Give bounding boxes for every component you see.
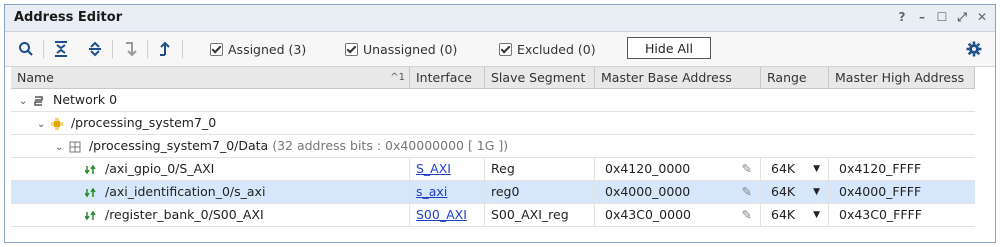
checkbox-check-icon <box>345 43 358 56</box>
edit-pencil-icon[interactable]: ✎ <box>742 204 752 226</box>
column-header-name[interactable]: Name ^1 <box>11 67 410 88</box>
slave-interface-icon <box>85 210 96 220</box>
processor-icon <box>50 117 63 130</box>
help-icon[interactable]: ? <box>895 10 909 24</box>
maximize-icon[interactable]: ☐ <box>935 10 949 24</box>
toolbar: Assigned (3) Unassigned (0) Excluded (0)… <box>5 32 995 67</box>
network-label: Network 0 <box>52 92 118 107</box>
assigned-checkbox[interactable]: Assigned (3) <box>210 42 306 57</box>
unassigned-checkbox[interactable]: Unassigned (0) <box>345 42 457 57</box>
address-table: Name ^1 Interface Slave Segment Master B… <box>11 67 975 227</box>
slave-interface-icon <box>85 187 96 197</box>
table-row[interactable]: /register_bank_0/S00_AXI S00_AXI S00_AXI… <box>11 204 975 227</box>
excluded-checkbox-label: Excluded (0) <box>517 42 596 57</box>
slave-interface-icon <box>85 164 96 174</box>
segment-path: /axi_gpio_0/S_AXI <box>104 161 215 176</box>
master-high-cell: 0x4120_FFFF <box>839 161 922 176</box>
master-high-cell: 0x4000_FFFF <box>839 184 922 199</box>
expand-all-icon[interactable] <box>86 40 104 58</box>
edit-pencil-icon[interactable]: ✎ <box>742 158 752 180</box>
excluded-checkbox[interactable]: Excluded (0) <box>499 42 596 57</box>
auto-assign-icon[interactable] <box>121 40 139 58</box>
interface-link[interactable]: s_axi <box>416 184 447 199</box>
float-icon[interactable]: ⤢ <box>955 10 969 24</box>
close-icon[interactable]: ✕ <box>975 10 989 24</box>
slave-segment-cell: reg0 <box>485 181 595 203</box>
tree-row-address-space[interactable]: ⌄ /processing_system7_0/Data (32 address… <box>11 135 975 158</box>
range-select[interactable]: 64K ▼ <box>761 204 829 226</box>
toolbar-separator <box>112 40 113 58</box>
column-header-range[interactable]: Range <box>761 67 829 88</box>
search-icon[interactable] <box>17 40 35 58</box>
column-header-master-base[interactable]: Master Base Address <box>595 67 761 88</box>
dropdown-arrow-icon[interactable]: ▼ <box>813 181 820 203</box>
processor-label: /processing_system7_0 <box>70 115 217 130</box>
slave-segment-cell: Reg <box>485 158 595 180</box>
settings-gear-icon[interactable] <box>965 40 983 58</box>
title-bar: Address Editor ? – ☐ ⤢ ✕ <box>5 5 995 32</box>
table-row[interactable]: /axi_identification_0/s_axi s_axi reg0 0… <box>11 181 975 204</box>
network-icon <box>34 95 43 106</box>
edit-pencil-icon[interactable]: ✎ <box>742 181 752 203</box>
slave-segment-cell: S00_AXI_reg <box>485 204 595 226</box>
range-select[interactable]: 64K ▼ <box>761 181 829 203</box>
address-space-icon <box>69 141 81 152</box>
segment-path: /axi_identification_0/s_axi <box>104 184 266 199</box>
column-header-master-high[interactable]: Master High Address <box>829 67 975 88</box>
table-header: Name ^1 Interface Slave Segment Master B… <box>11 67 975 89</box>
master-base-cell[interactable]: 0x4000_0000 ✎ <box>595 181 761 203</box>
minimize-icon[interactable]: – <box>915 10 929 24</box>
address-editor-window: Address Editor ? – ☐ ⤢ ✕ Assigned (3) Un… <box>4 4 996 243</box>
address-space-label: /processing_system7_0/Data <box>88 138 269 153</box>
checkbox-check-icon <box>499 43 512 56</box>
toolbar-separator <box>182 40 183 58</box>
tree-row-network[interactable]: ⌄ Network 0 <box>11 89 975 112</box>
checkbox-check-icon <box>210 43 223 56</box>
master-high-cell: 0x43C0_FFFF <box>839 207 922 222</box>
dropdown-arrow-icon[interactable]: ▼ <box>813 158 820 180</box>
toolbar-separator <box>43 40 44 58</box>
range-select[interactable]: 64K ▼ <box>761 158 829 180</box>
interface-link[interactable]: S_AXI <box>416 161 451 176</box>
window-controls: ? – ☐ ⤢ ✕ <box>895 10 989 25</box>
chevron-down-icon[interactable]: ⌄ <box>37 114 47 136</box>
sort-indicator-icon: ^1 <box>390 72 405 83</box>
toolbar-separator <box>147 40 148 58</box>
master-base-cell[interactable]: 0x43C0_0000 ✎ <box>595 204 761 226</box>
tree-row-processor[interactable]: ⌄ /processing_system7_0 <box>11 112 975 135</box>
segment-path: /register_bank_0/S00_AXI <box>104 207 264 222</box>
column-header-slave-segment[interactable]: Slave Segment <box>485 67 595 88</box>
master-base-cell[interactable]: 0x4120_0000 ✎ <box>595 158 761 180</box>
collapse-all-icon[interactable] <box>52 40 70 58</box>
hide-all-button[interactable]: Hide All <box>627 37 711 59</box>
address-space-info: (32 address bits : 0x40000000 [ 1G ]) <box>272 138 509 153</box>
window-title: Address Editor <box>14 10 123 25</box>
chevron-down-icon[interactable]: ⌄ <box>19 91 29 113</box>
table-row[interactable]: /axi_gpio_0/S_AXI S_AXI Reg 0x4120_0000 … <box>11 158 975 181</box>
assigned-checkbox-label: Assigned (3) <box>228 42 307 57</box>
dropdown-arrow-icon[interactable]: ▼ <box>813 204 820 226</box>
interface-link[interactable]: S00_AXI <box>416 207 467 222</box>
column-header-interface[interactable]: Interface <box>410 67 485 88</box>
assign-icon[interactable] <box>156 40 174 58</box>
chevron-down-icon[interactable]: ⌄ <box>55 137 65 159</box>
unassigned-checkbox-label: Unassigned (0) <box>363 42 458 57</box>
